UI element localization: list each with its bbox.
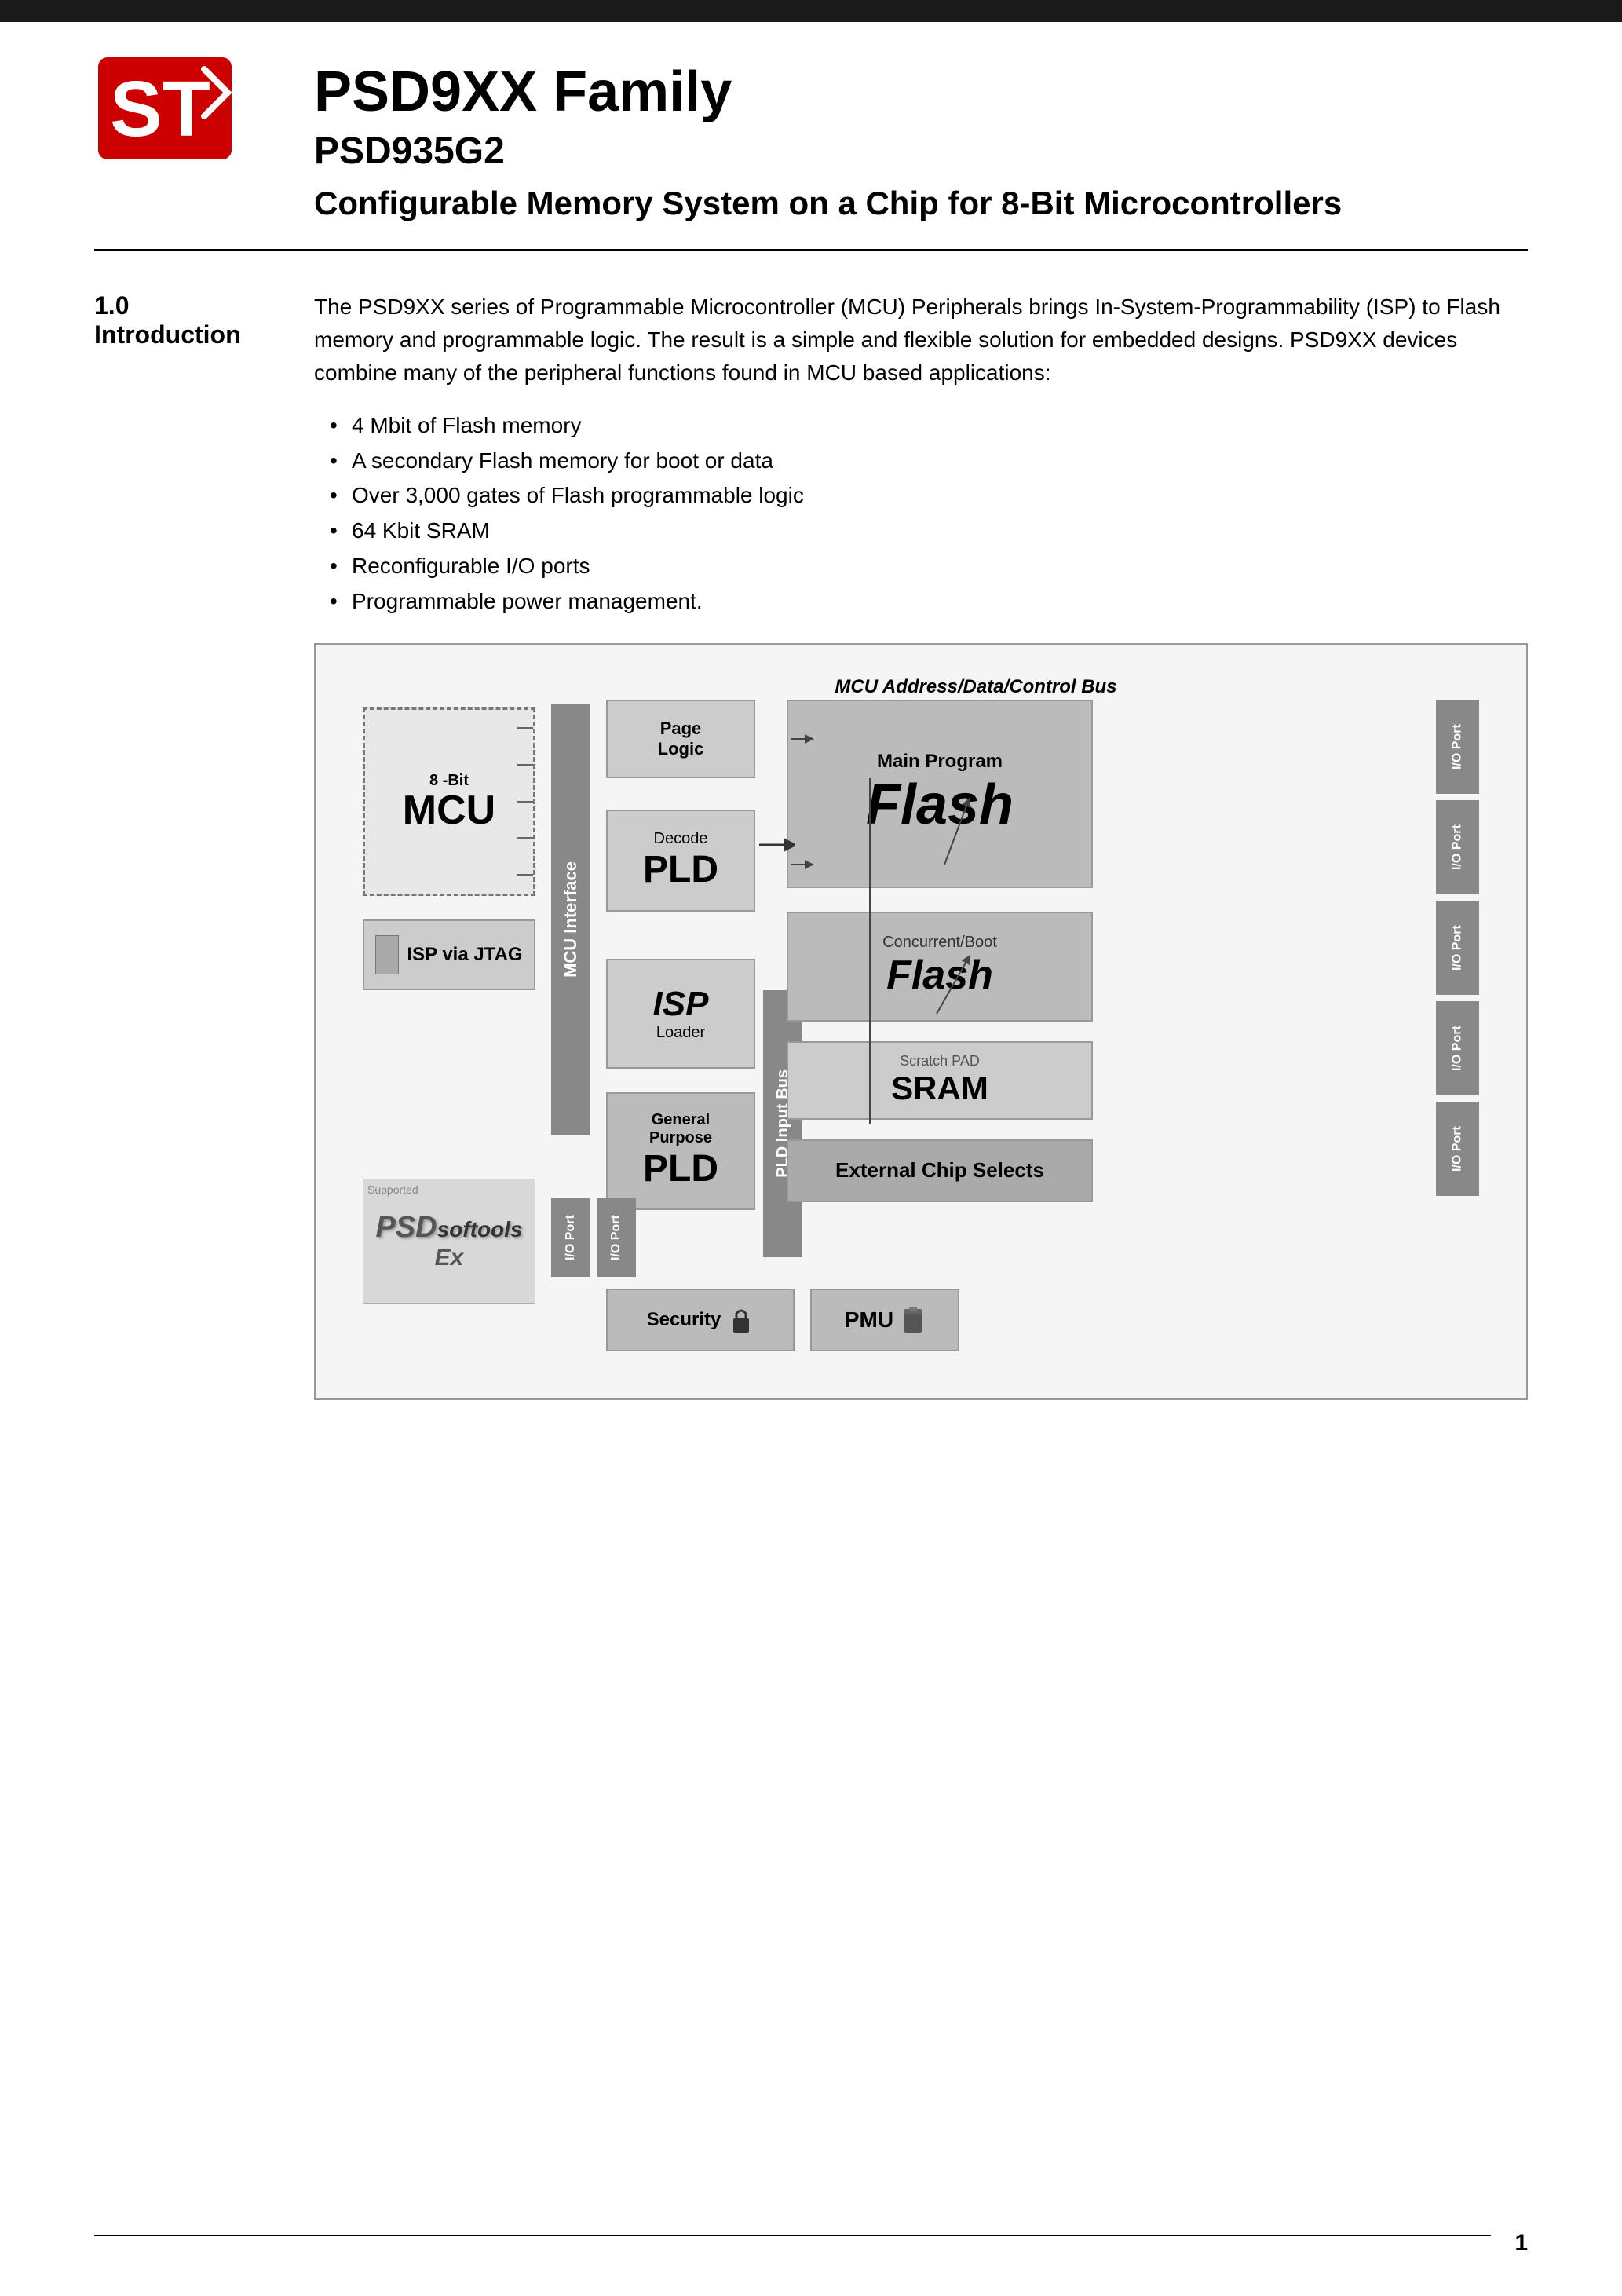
- io-port-row-left: I/O Port I/O Port: [551, 1198, 636, 1277]
- svg-text:ST: ST: [110, 65, 210, 153]
- main-program-label: Main Program: [877, 751, 1003, 773]
- security-box: Security: [606, 1289, 795, 1351]
- mcu-label-large: MCU: [403, 790, 495, 831]
- boot-flash-box: Concurrent/Boot Flash: [787, 912, 1093, 1022]
- page-logic-box: PageLogic: [606, 700, 755, 778]
- gp-pld-box: GeneralPurpose PLD: [606, 1092, 755, 1210]
- psd-logo-area: Supported PSDsoftools Ex: [363, 1179, 535, 1304]
- io-port-bar-5: I/O Port: [1436, 1102, 1479, 1196]
- isp-jtag-box: ISP via JTAG: [363, 919, 535, 990]
- boot-flash-label: Flash: [886, 952, 993, 999]
- block-diagram: MCU Address/Data/Control Bus 8 -Bit MCU: [314, 643, 1528, 1400]
- psd-ex-text: Ex: [435, 1245, 464, 1271]
- io-port-label-left-2: I/O Port: [609, 1215, 623, 1260]
- footer-line: [94, 2235, 1491, 2244]
- grid-line: [517, 837, 533, 839]
- diagram-inner: MCU Address/Data/Control Bus 8 -Bit MCU: [347, 676, 1495, 1367]
- grid-line: [517, 727, 533, 729]
- mcu-interface-bar: MCU Interface: [551, 704, 590, 1135]
- security-label: Security: [647, 1309, 721, 1331]
- header-content: ST PSD9XX Family PSD935G2 Configurable M…: [0, 22, 1622, 249]
- main-flash-label: Flash: [866, 773, 1014, 837]
- io-port-label-2: I/O Port: [1451, 824, 1465, 870]
- gp-pld-label: PLD: [643, 1147, 718, 1190]
- footer: 1: [0, 2222, 1622, 2257]
- title-area: PSD9XX Family PSD935G2 Configurable Memo…: [314, 53, 1528, 225]
- psd-logo-box: Supported PSDsoftools Ex: [363, 1179, 535, 1304]
- list-item: Over 3,000 gates of Flash programmable l…: [330, 478, 1528, 514]
- grid-line: [517, 764, 533, 766]
- decode-pld-box: Decode PLD: [606, 810, 755, 912]
- list-item: 64 Kbit SRAM: [330, 514, 1528, 549]
- io-port-label-3: I/O Port: [1451, 925, 1465, 971]
- psd-softools-logo: PSDsoftools: [375, 1211, 522, 1245]
- section-name: Introduction: [94, 320, 267, 349]
- io-port-column-right: I/O Port I/O Port I/O Port I/O Port I/O …: [1436, 700, 1479, 1196]
- scratch-pad-label: Scratch PAD: [900, 1053, 980, 1069]
- section-label: 1.0 Introduction: [94, 291, 267, 1400]
- logo-area: ST: [94, 53, 267, 167]
- content-area: 1.0 Introduction The PSD9XX series of Pr…: [0, 251, 1622, 1439]
- header-bar: [0, 0, 1622, 22]
- pmu-icon: [901, 1306, 925, 1334]
- io-port-bar-4: I/O Port: [1436, 1001, 1479, 1095]
- feature-list: 4 Mbit of Flash memory A secondary Flash…: [314, 408, 1528, 620]
- supported-text: Supported: [367, 1183, 418, 1196]
- pld-input-bar: PLD Input Bus: [763, 990, 802, 1257]
- list-item: Reconfigurable I/O ports: [330, 549, 1528, 584]
- gp-label: GeneralPurpose: [649, 1111, 712, 1147]
- lock-icon: [729, 1306, 754, 1334]
- section-body: The PSD9XX series of Programmable Microc…: [314, 291, 1528, 1400]
- isp-loader-box: ISP Loader: [606, 959, 755, 1069]
- list-item: A secondary Flash memory for boot or dat…: [330, 444, 1528, 479]
- pmu-box: PMU: [810, 1289, 959, 1351]
- io-port-bar-left-1: I/O Port: [551, 1198, 590, 1277]
- main-title: PSD9XX Family: [314, 61, 1528, 123]
- sram-label: SRAM: [891, 1069, 988, 1107]
- io-port-bar-3: I/O Port: [1436, 901, 1479, 995]
- isp-jtag-label: ISP via JTAG: [407, 944, 522, 966]
- decode-label: Decode: [654, 830, 708, 848]
- bus-label: MCU Address/Data/Control Bus: [551, 676, 1401, 698]
- io-port-bar-2: I/O Port: [1436, 800, 1479, 894]
- isp-label: ISP: [653, 985, 709, 1024]
- list-item: 4 Mbit of Flash memory: [330, 408, 1528, 444]
- section-number: 1.0: [94, 291, 267, 320]
- st-logo-icon: ST: [94, 53, 236, 163]
- pld-label: PLD: [643, 848, 718, 891]
- jtag-connector-icon: [375, 935, 399, 974]
- io-port-bar-1: I/O Port: [1436, 700, 1479, 794]
- mcu-grid-lines: [517, 710, 533, 894]
- desc-title: Configurable Memory System on a Chip for…: [314, 182, 1528, 225]
- arrow-pld-flash: [755, 825, 795, 865]
- page-logic-label: PageLogic: [658, 718, 704, 759]
- isp-loader-label: Loader: [656, 1024, 705, 1042]
- sram-box: Scratch PAD SRAM: [787, 1041, 1093, 1120]
- io-port-label-5: I/O Port: [1451, 1126, 1465, 1172]
- list-item: Programmable power management.: [330, 584, 1528, 620]
- ext-chip-selects-label: External Chip Selects: [835, 1158, 1044, 1183]
- mcu-block: 8 -Bit MCU: [363, 707, 535, 896]
- page-number: 1: [1491, 2222, 1528, 2257]
- io-port-label-4: I/O Port: [1451, 1026, 1465, 1071]
- main-flash-box: Main Program Flash: [787, 700, 1093, 888]
- sub-title: PSD935G2: [314, 130, 1528, 173]
- grid-line: [517, 801, 533, 803]
- io-port-label-1: I/O Port: [1451, 724, 1465, 770]
- security-pmu-row: Security PMU: [606, 1289, 959, 1351]
- ext-chip-selects-box: External Chip Selects: [787, 1139, 1093, 1202]
- mcu-interface-label: MCU Interface: [561, 861, 581, 978]
- intro-paragraph: The PSD9XX series of Programmable Microc…: [314, 291, 1528, 389]
- concurrent-label: Concurrent/Boot: [882, 934, 997, 952]
- io-port-bar-left-2: I/O Port: [597, 1198, 636, 1277]
- io-port-label-left-1: I/O Port: [564, 1215, 578, 1260]
- grid-line: [517, 874, 533, 876]
- pmu-label: PMU: [845, 1307, 893, 1333]
